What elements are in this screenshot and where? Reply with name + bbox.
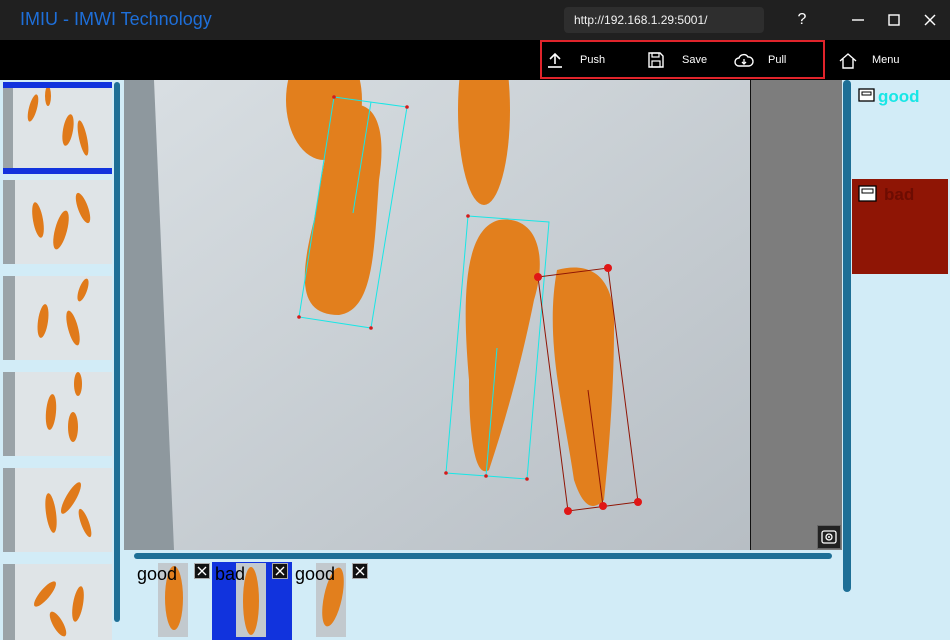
close-icon [275,566,285,576]
annotation-canvas[interactable] [124,80,750,550]
minimize-button[interactable] [846,8,870,32]
remove-annotation-button[interactable] [352,563,368,579]
thumbnail-3[interactable] [3,276,112,360]
floppy-disk-icon [648,52,664,68]
maximize-button[interactable] [882,8,906,32]
canvas-margin [750,80,842,550]
app-title: IMIU - IMWI Technology [20,9,212,29]
thumbnail-5[interactable] [3,468,112,552]
push-button[interactable]: Push [546,40,626,80]
eye-icon [821,530,837,544]
annotation-item[interactable]: good [134,562,212,640]
label-bad-text: bad [884,185,915,204]
toolbar: Push Save Pull Menu [0,40,950,80]
url-field[interactable]: http://192.168.1.29:5001/ [564,7,764,33]
thumbnail-4[interactable] [3,372,112,456]
label-tag-icon [858,88,875,102]
thumbnail-2[interactable] [3,180,112,264]
maximize-icon [888,14,900,26]
label-panel-scrollbar[interactable] [843,80,851,592]
label-good-text: good [878,87,920,106]
save-label: Save [682,54,708,66]
menu-button[interactable]: Menu [839,40,939,80]
annotation-label: bad [215,564,246,584]
thumbnail-image [3,468,112,552]
save-button[interactable]: Save [647,40,727,80]
canvas-image [124,80,750,550]
label-panel [842,80,950,640]
home-icon [839,53,857,69]
push-label: Push [580,54,606,66]
minimize-icon [852,19,864,21]
thumbnail-1[interactable] [3,82,112,174]
thumbnail-image [3,564,112,640]
close-icon [355,566,365,576]
title-bar: IMIU - IMWI Technology http://192.168.1.… [0,0,950,40]
pull-button[interactable]: Pull [734,40,814,80]
thumbnail-image [3,372,112,456]
app-window: IMIU - IMWI Technology http://192.168.1.… [0,0,950,640]
close-button[interactable] [918,8,942,32]
close-icon [924,14,936,26]
thumbnail-6[interactable] [3,564,112,640]
thumbnail-image [3,180,112,264]
upload-icon [548,52,562,68]
image-thumbnail-list [0,80,124,640]
thumbnail-image [3,276,112,360]
visibility-toggle-button[interactable] [817,525,841,549]
annotation-label: good [137,564,178,584]
thumbnail-image [3,88,112,168]
close-icon [197,566,207,576]
cloud-download-icon [734,53,754,67]
help-button[interactable]: ? [790,8,814,32]
menu-label: Menu [872,54,900,66]
thumbnail-scrollbar[interactable] [114,82,120,622]
annotation-strip-scrollbar[interactable] [134,553,832,559]
remove-annotation-button[interactable] [194,563,210,579]
pull-label: Pull [768,54,787,66]
annotation-label: good [295,564,336,584]
annotation-item[interactable]: good [292,562,370,640]
remove-annotation-button[interactable] [272,563,288,579]
annotation-item-selected[interactable]: bad [212,562,292,640]
label-item-bad[interactable]: bad [852,179,948,274]
label-tag-icon [858,185,877,202]
